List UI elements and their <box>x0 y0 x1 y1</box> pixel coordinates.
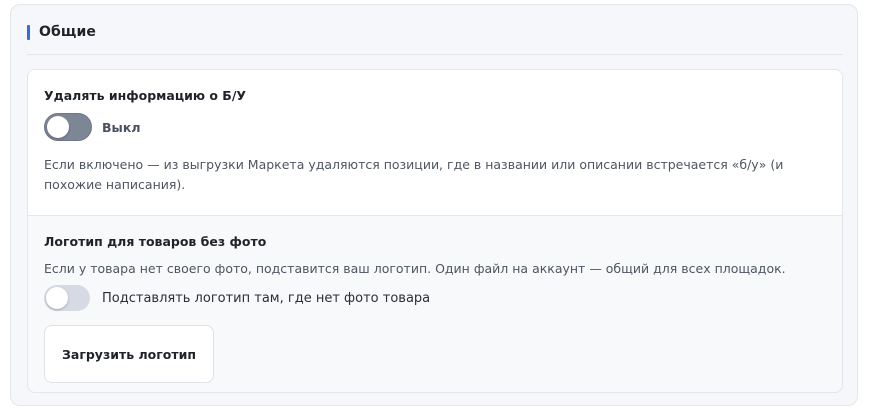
section-title: Общие <box>39 24 96 40</box>
logo-setting-title: Логотип для товаров без фото <box>44 234 267 249</box>
remove-used-title: Удалять информацию о Б/У <box>44 88 247 103</box>
section-header: Общие <box>27 23 96 41</box>
section-accent-bar <box>27 24 30 40</box>
remove-used-description: Если включено — из выгрузки Маркета удал… <box>44 157 784 192</box>
logo-toggle-label[interactable]: Подставлять логотип там, где нет фото то… <box>102 291 430 306</box>
logo-toggle[interactable] <box>44 285 90 311</box>
logo-description: Если у товара нет своего фото, подставит… <box>44 261 786 276</box>
toggle-knob <box>47 116 69 138</box>
general-settings-panel: Общие Удалять информацию о Б/У Выкл Если… <box>10 4 858 406</box>
upload-logo-button[interactable]: Загрузить логотип <box>44 325 214 383</box>
remove-used-setting: Удалять информацию о Б/У Выкл Если включ… <box>28 70 842 216</box>
remove-used-toggle-state: Выкл <box>102 120 141 135</box>
toggle-knob <box>46 287 68 309</box>
section-divider <box>27 54 843 55</box>
settings-card: Удалять информацию о Б/У Выкл Если включ… <box>27 69 843 393</box>
remove-used-toggle[interactable] <box>44 113 92 141</box>
